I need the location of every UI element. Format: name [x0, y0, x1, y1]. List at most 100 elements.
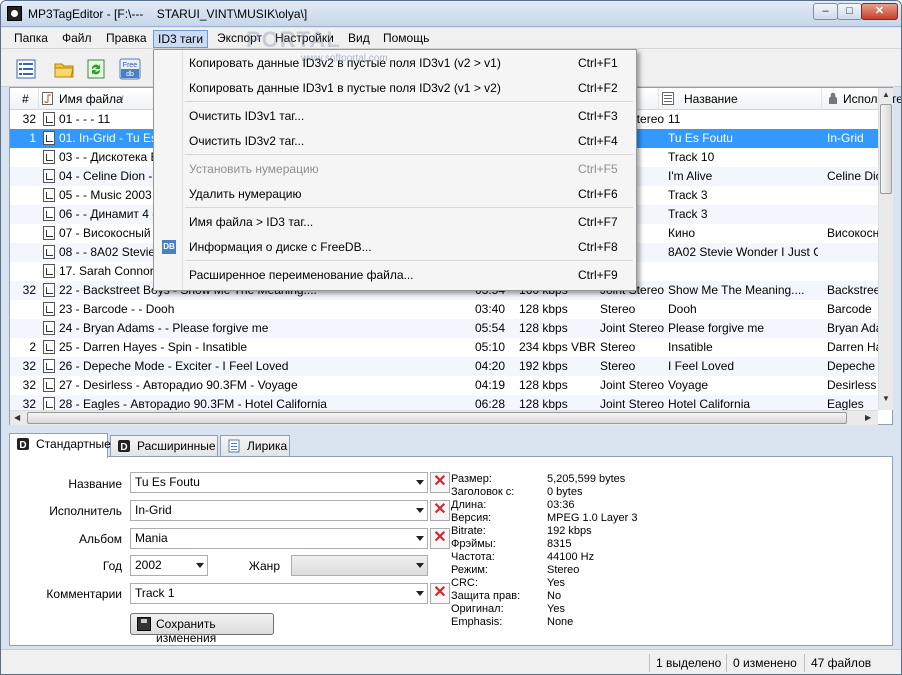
svg-text:Free: Free — [123, 62, 138, 69]
menu-item-shortcut: Ctrl+F3 — [578, 109, 618, 123]
dropdown-arrow-icon[interactable] — [416, 480, 424, 485]
audio-file-icon — [43, 321, 55, 335]
cell-title: I Feel Loved — [668, 359, 735, 373]
dropdown-arrow-icon[interactable] — [416, 591, 424, 596]
audio-file-icon — [43, 150, 55, 164]
audio-file-icon — [43, 283, 55, 297]
save-changes-button[interactable]: Сохранить изменения — [130, 613, 274, 645]
open-folder-button[interactable] — [49, 54, 77, 82]
cell-bitrate: 192 kbps — [519, 359, 568, 373]
column-header-num[interactable]: # — [22, 92, 29, 106]
column-header-filename[interactable]: Имя файла — [59, 92, 123, 106]
album-label: Альбом — [78, 532, 122, 546]
freedb-icon: Free db — [119, 58, 141, 80]
vertical-scroll-thumb[interactable] — [880, 104, 892, 194]
title-label: Название — [68, 477, 122, 491]
folder-icon — [54, 63, 74, 78]
menu-edit[interactable]: Правка — [102, 31, 151, 47]
menu-file[interactable]: Файл — [58, 31, 96, 47]
menu-item[interactable]: Удалить нумерацию Ctrl+F6 — [156, 183, 634, 205]
year-field-value: 2002 — [135, 558, 162, 572]
tab-extended[interactable]: D Расширинные — [110, 435, 218, 457]
clear-artist-button[interactable]: ✕ — [430, 500, 450, 521]
cell-num: 32 — [22, 283, 36, 297]
column-divider[interactable] — [658, 88, 659, 110]
refresh-icon — [87, 59, 105, 79]
status-bar: 1 выделено 0 изменено 47 файлов — [1, 649, 901, 674]
column-header-artist[interactable]: Исполнитель — [843, 92, 901, 106]
table-row[interactable]: 32 26 - Depeche Mode - Exciter - I Feel L… — [10, 357, 878, 376]
info-value: Stereo — [547, 564, 580, 576]
maximize-button[interactable]: □ — [837, 3, 862, 20]
menu-item-shortcut: Ctrl+F6 — [578, 187, 618, 201]
cell-time: 05:10 — [475, 340, 506, 354]
menu-item[interactable]: Очистить ID3v1 таг... Ctrl+F3 — [156, 105, 634, 127]
dropdown-arrow-icon[interactable] — [416, 563, 424, 568]
year-field[interactable]: 2002 — [130, 555, 208, 576]
comment-field[interactable]: Track 1 — [130, 583, 428, 604]
table-row[interactable]: 23 - Barcode - - Dooh 03:40 128 kbps Stereo… — [10, 300, 878, 319]
column-divider[interactable] — [38, 88, 39, 110]
menu-item-shortcut: Ctrl+F8 — [578, 240, 618, 254]
genre-select[interactable] — [291, 555, 428, 576]
clear-album-button[interactable]: ✕ — [430, 528, 450, 549]
menu-item[interactable]: Расширенное переименование файла... Ctrl+… — [156, 264, 634, 286]
audio-file-icon — [43, 245, 55, 259]
menu-item[interactable]: Очистить ID3v2 таг... Ctrl+F4 — [156, 130, 634, 152]
tab-standard[interactable]: D Стандартные — [9, 433, 111, 458]
title-column-icon — [662, 92, 674, 105]
menu-help[interactable]: Помощь — [379, 31, 433, 47]
scroll-left-icon[interactable]: ◀ — [14, 413, 20, 422]
close-button[interactable]: ✕ — [861, 3, 898, 20]
horizontal-scroll-thumb[interactable] — [27, 412, 847, 424]
refresh-button[interactable] — [81, 54, 109, 82]
menu-item-label: Информация о диске с FreeDB... — [189, 240, 372, 254]
scroll-up-icon[interactable]: ▲ — [882, 90, 890, 99]
title-bar[interactable]: MP3TagEditor - [F:\--- STARUI_VINT\MUSIK… — [1, 1, 901, 27]
info-value: 03:36 — [547, 499, 575, 511]
table-row[interactable]: 32 27 - Desirless - Авторадио 90.3FM - Vo… — [10, 376, 878, 395]
info-key: CRC: — [451, 577, 478, 589]
menu-item[interactable]: DB Информация о диске с FreeDB... Ctrl+F8 — [156, 236, 634, 258]
menu-view[interactable]: Вид — [344, 31, 374, 47]
vertical-scrollbar[interactable]: ▲ ▼ — [878, 88, 893, 410]
cell-title: Track 3 — [668, 188, 708, 202]
clear-comment-button[interactable]: ✕ — [430, 583, 450, 604]
minimize-button[interactable]: – — [813, 3, 838, 20]
menu-item[interactable]: Копировать данные ID3v1 в пустые поля ID… — [156, 77, 634, 99]
comment-field-value: Track 1 — [135, 586, 175, 600]
app-icon[interactable] — [7, 6, 22, 21]
menu-item[interactable]: Копировать данные ID3v2 в пустые поля ID… — [156, 52, 634, 74]
menu-item[interactable]: Имя файла > ID3 таг... Ctrl+F7 — [156, 211, 634, 233]
audio-file-icon — [43, 169, 55, 183]
horizontal-scrollbar[interactable]: ◀ ▶ — [10, 410, 878, 425]
app-window: MP3TagEditor - [F:\--- STARUI_VINT\MUSIK… — [0, 0, 902, 675]
column-header-title[interactable]: Название — [684, 92, 738, 106]
list-icon — [16, 59, 36, 79]
clear-title-button[interactable]: ✕ — [430, 472, 450, 493]
info-value: 192 kbps — [547, 525, 592, 537]
document-icon — [228, 439, 240, 453]
cell-num: 1 — [29, 131, 36, 145]
album-field[interactable]: Mania — [130, 528, 428, 549]
panel-splitter[interactable] — [1, 428, 901, 432]
dropdown-arrow-icon[interactable] — [416, 508, 424, 513]
info-value: MPEG 1.0 Layer 3 — [547, 512, 638, 524]
freedb-button[interactable]: Free db — [115, 54, 143, 82]
menu-folder[interactable]: Папка — [10, 31, 52, 47]
title-field[interactable]: Tu Es Foutu — [130, 472, 428, 493]
scroll-right-icon[interactable]: ▶ — [865, 413, 871, 422]
table-row[interactable]: 24 - Bryan Adams - - Please forgive me 05… — [10, 319, 878, 338]
column-divider[interactable] — [821, 88, 822, 110]
audio-file-icon — [43, 340, 55, 354]
scroll-down-icon[interactable]: ▼ — [882, 394, 890, 403]
table-row[interactable]: 2 25 - Darren Hayes - Spin - Insatible 05:… — [10, 338, 878, 357]
menu-item-label: Имя файла > ID3 таг... — [189, 215, 314, 229]
dropdown-arrow-icon[interactable] — [416, 536, 424, 541]
tab-lyrics[interactable]: Лирика — [220, 435, 290, 457]
menu-id3-tags[interactable]: ID3 таги — [153, 30, 209, 48]
table-row[interactable]: 32 28 - Eagles - Авторадио 90.3FM - Hotel… — [10, 395, 878, 410]
artist-field[interactable]: In-Grid — [130, 500, 428, 521]
list-view-button[interactable] — [11, 54, 39, 82]
cell-bitrate: 128 kbps — [519, 321, 568, 335]
